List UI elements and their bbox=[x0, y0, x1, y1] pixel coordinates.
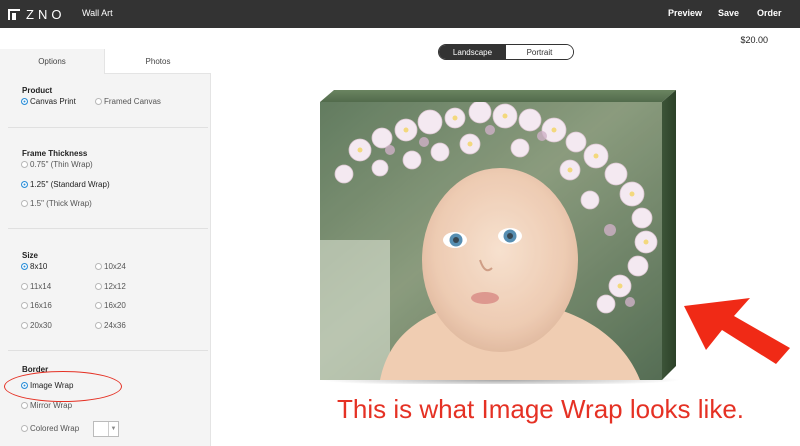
color-swatch bbox=[94, 422, 109, 436]
option-label: 16x20 bbox=[104, 301, 126, 310]
radio-selected-icon[interactable] bbox=[21, 263, 28, 270]
save-link[interactable]: Save bbox=[718, 8, 739, 18]
orientation-landscape[interactable]: Landscape bbox=[439, 45, 506, 59]
logo-text: ZNO bbox=[26, 6, 66, 22]
border-mirror-wrap[interactable]: Mirror Wrap bbox=[21, 401, 72, 410]
size-20x30[interactable]: 20x30 bbox=[21, 321, 52, 330]
size-12x12[interactable]: 12x12 bbox=[95, 282, 126, 291]
radio-icon[interactable] bbox=[21, 425, 28, 432]
option-label: 12x12 bbox=[104, 282, 126, 291]
thickness-thick[interactable]: 1.5" (Thick Wrap) bbox=[21, 199, 92, 208]
app-title: Wall Art bbox=[82, 8, 113, 18]
thickness-standard[interactable]: 1.25" (Standard Wrap) bbox=[21, 180, 110, 189]
canvas-preview bbox=[320, 90, 682, 386]
option-label: 16x16 bbox=[30, 301, 52, 310]
product-canvas-print[interactable]: Canvas Print bbox=[21, 97, 76, 106]
annotation-highlight-ring bbox=[4, 371, 122, 402]
divider bbox=[8, 228, 208, 229]
option-label: Colored Wrap bbox=[30, 424, 80, 433]
radio-icon[interactable] bbox=[95, 322, 102, 329]
option-label: 24x36 bbox=[104, 321, 126, 330]
size-11x14[interactable]: 11x14 bbox=[21, 282, 51, 291]
orientation-portrait[interactable]: Portrait bbox=[506, 45, 573, 59]
option-label: 1.5" (Thick Wrap) bbox=[30, 199, 92, 208]
size-title: Size bbox=[22, 251, 39, 260]
product-framed-canvas[interactable]: Framed Canvas bbox=[95, 97, 161, 106]
sidebar-tabs: Options Photos bbox=[0, 49, 211, 74]
price: $20.00 bbox=[740, 35, 768, 45]
option-label: 20x30 bbox=[30, 321, 52, 330]
divider bbox=[8, 127, 208, 128]
option-label: Mirror Wrap bbox=[30, 401, 73, 410]
radio-icon[interactable] bbox=[21, 283, 28, 290]
size-8x10[interactable]: 8x10 bbox=[21, 262, 47, 271]
size-16x20[interactable]: 16x20 bbox=[95, 301, 126, 310]
frame-thickness-title: Frame Thickness bbox=[22, 149, 88, 158]
radio-icon[interactable] bbox=[95, 263, 102, 270]
thickness-thin[interactable]: 0.75" (Thin Wrap) bbox=[21, 160, 93, 169]
border-color-picker[interactable]: ▼ bbox=[93, 421, 119, 437]
option-label: Canvas Print bbox=[30, 97, 76, 106]
option-label: 0.75" (Thin Wrap) bbox=[30, 160, 93, 169]
border-colored-wrap[interactable]: Colored Wrap bbox=[21, 424, 79, 433]
radio-selected-icon[interactable] bbox=[21, 98, 28, 105]
order-link[interactable]: Order bbox=[757, 8, 782, 18]
logo-mark-icon bbox=[8, 8, 20, 20]
radio-icon[interactable] bbox=[21, 161, 28, 168]
size-16x16[interactable]: 16x16 bbox=[21, 301, 52, 310]
divider bbox=[8, 350, 208, 351]
option-label: 1.25" (Standard Wrap) bbox=[30, 180, 110, 189]
logo[interactable]: ZNO bbox=[8, 6, 66, 22]
radio-icon[interactable] bbox=[95, 283, 102, 290]
radio-icon[interactable] bbox=[95, 302, 102, 309]
chevron-down-icon: ▼ bbox=[110, 426, 117, 432]
option-label: 8x10 bbox=[30, 262, 48, 271]
product-title: Product bbox=[22, 86, 53, 95]
tab-options[interactable]: Options bbox=[0, 49, 105, 74]
radio-icon[interactable] bbox=[21, 200, 28, 207]
top-bar: ZNO Wall Art Preview Save Order bbox=[0, 0, 800, 28]
radio-icon[interactable] bbox=[21, 302, 28, 309]
radio-icon[interactable] bbox=[21, 402, 28, 409]
radio-selected-icon[interactable] bbox=[21, 181, 28, 188]
radio-icon[interactable] bbox=[21, 322, 28, 329]
tab-photos[interactable]: Photos bbox=[105, 49, 211, 74]
annotation-arrow-icon bbox=[684, 298, 790, 364]
canvas-preview-image bbox=[320, 90, 680, 386]
option-label: Framed Canvas bbox=[104, 97, 161, 106]
size-10x24[interactable]: 10x24 bbox=[95, 262, 126, 271]
option-label: 11x14 bbox=[30, 282, 52, 291]
preview-link[interactable]: Preview bbox=[668, 8, 702, 18]
option-label: 10x24 bbox=[104, 262, 126, 271]
orientation-toggle: Landscape Portrait bbox=[438, 44, 574, 60]
size-24x36[interactable]: 24x36 bbox=[95, 321, 126, 330]
annotation-caption: This is what Image Wrap looks like. bbox=[337, 394, 744, 424]
radio-icon[interactable] bbox=[95, 98, 102, 105]
